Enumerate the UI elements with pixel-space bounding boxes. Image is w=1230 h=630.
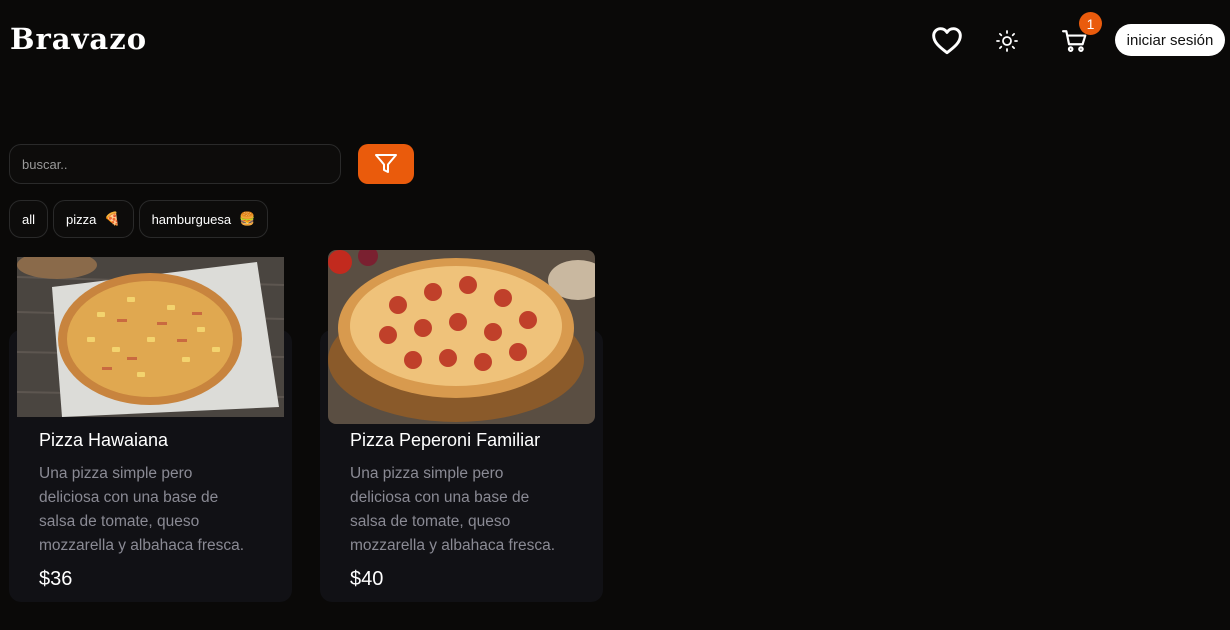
category-filters: all pizza 🍕 hamburguesa 🍔 <box>9 200 269 238</box>
cart-count-badge: 1 <box>1079 12 1102 35</box>
filter-button[interactable] <box>358 144 414 184</box>
search-input[interactable] <box>9 144 341 184</box>
login-button[interactable]: iniciar sesión <box>1115 24 1225 56</box>
category-chip-label: all <box>22 211 36 227</box>
product-image-pizza-hawaiana[interactable] <box>17 257 284 417</box>
theme-toggle-button[interactable] <box>994 28 1020 54</box>
burger-emoji-icon: 🍔 <box>239 211 256 226</box>
product-price: $36 <box>39 568 73 590</box>
category-chip-pizza[interactable]: pizza 🍕 <box>53 200 134 238</box>
category-chip-all[interactable]: all <box>9 200 49 238</box>
product-image-pizza-peperoni[interactable] <box>328 250 595 424</box>
category-chip-hamburguesa[interactable]: hamburguesa 🍔 <box>138 200 269 238</box>
product-name: Pizza Peperoni Familiar <box>350 430 541 450</box>
pizza-emoji-icon: 🍕 <box>104 211 121 226</box>
product-name: Pizza Hawaiana <box>39 430 169 450</box>
product-price: $40 <box>350 568 384 590</box>
favorites-button[interactable] <box>930 24 964 56</box>
category-chip-label: hamburguesa <box>151 211 232 227</box>
product-description: Una pizza simple pero deliciosa con una … <box>39 465 245 554</box>
product-description: Una pizza simple pero deliciosa con una … <box>350 465 556 554</box>
sun-icon <box>996 30 1018 52</box>
category-chip-label: pizza <box>66 211 97 227</box>
brand-logo[interactable]: Bravazo <box>10 22 147 56</box>
heart-icon <box>932 27 962 55</box>
filter-icon <box>375 154 397 173</box>
